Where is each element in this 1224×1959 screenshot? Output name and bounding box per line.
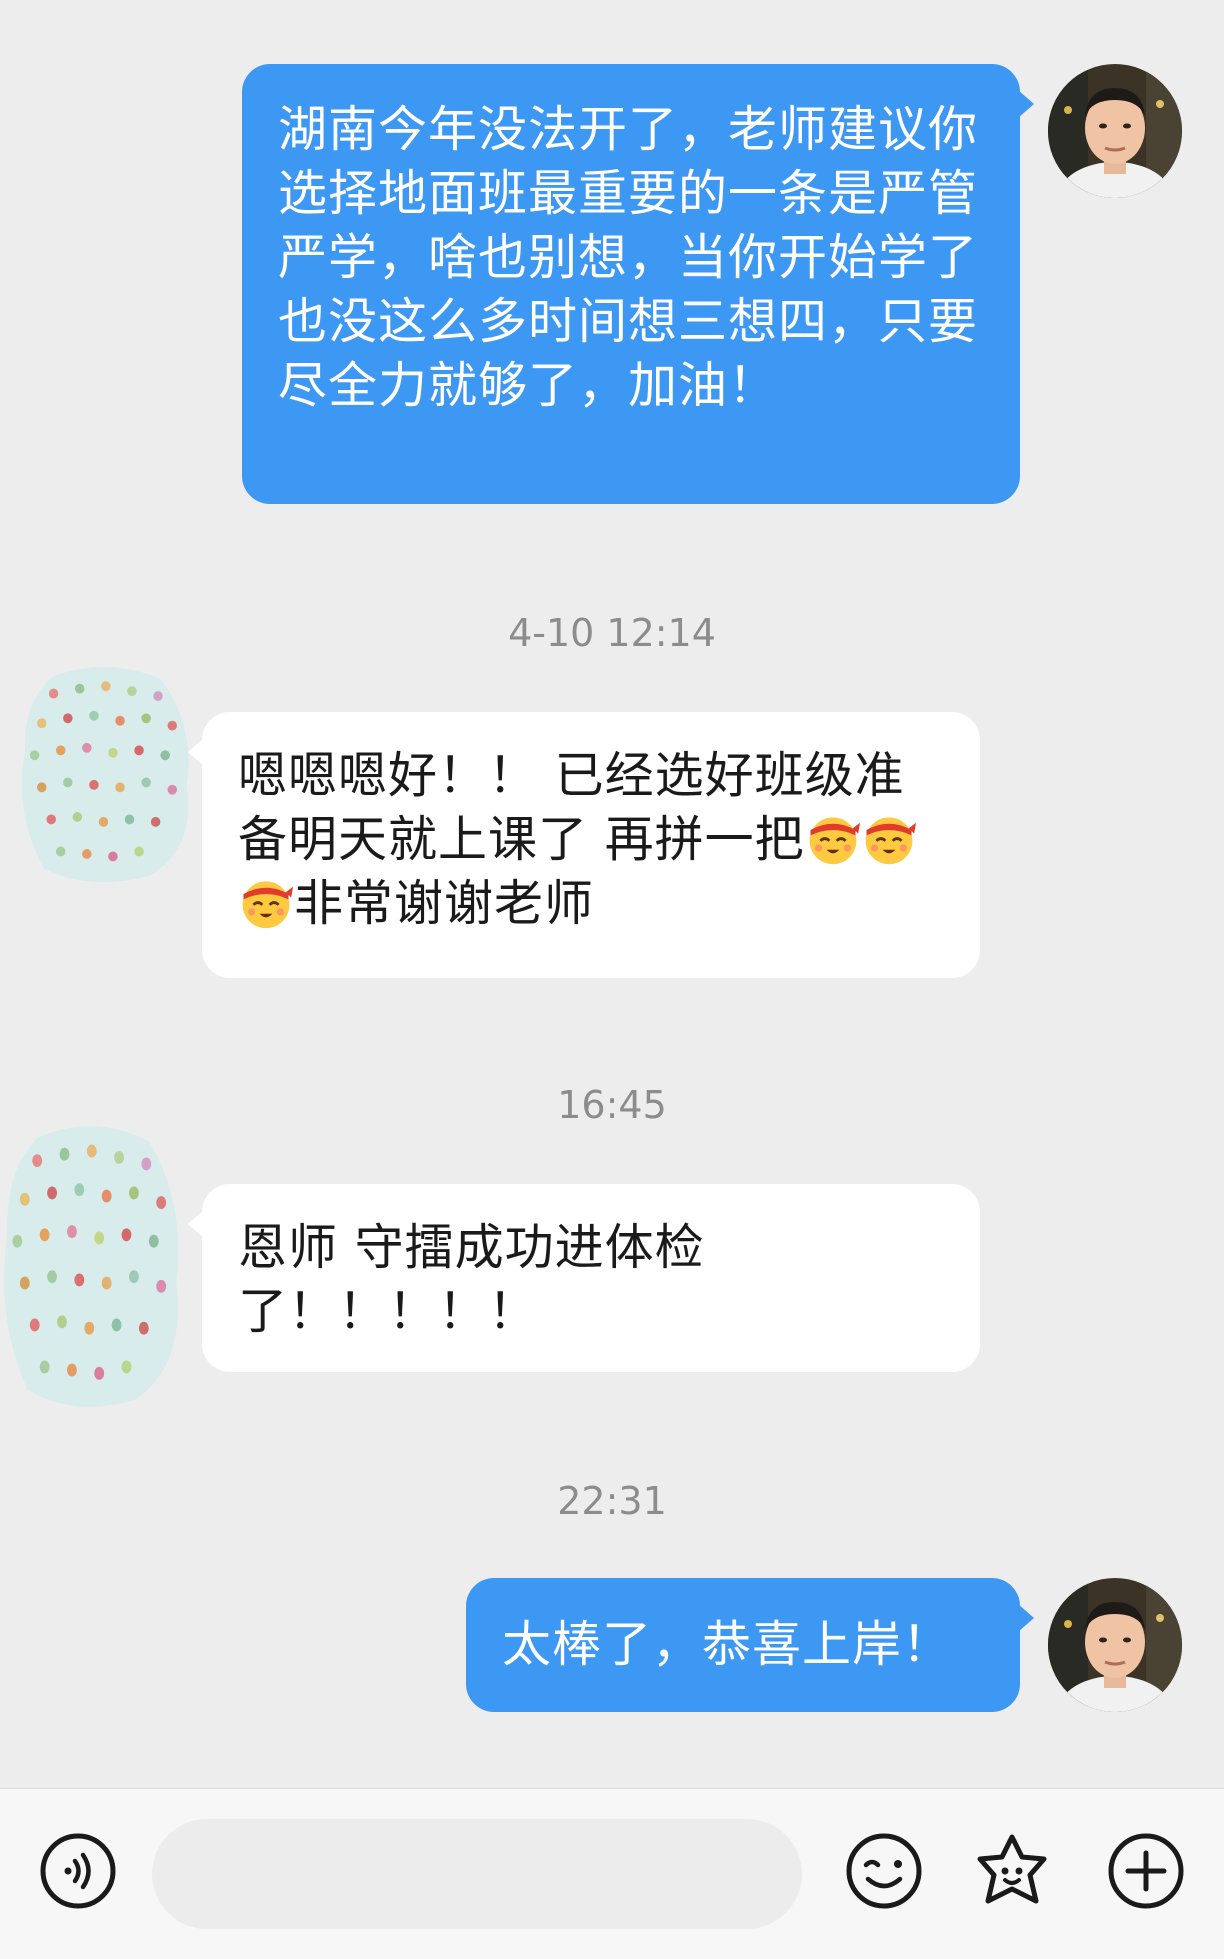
message-text: 非常谢谢老师 [294,875,595,932]
determined-face-emoji [239,876,293,930]
message-bubble-outgoing[interactable]: 太棒了，恭喜上岸！ [466,1578,1034,1712]
message-text: 恩师 守擂成功进体检了！！！！！ [238,1219,705,1340]
message-text: 太棒了，恭喜上岸！ [502,1616,953,1673]
message-bubble-incoming[interactable]: 嗯嗯嗯好！！ 已经选好班级准备明天就上课了 再拼一把非常谢谢老师 [188,712,980,978]
teacher-avatar[interactable] [1048,64,1182,198]
message-input[interactable] [152,1819,802,1929]
determined-face-emoji [806,812,860,866]
message-bubble-outgoing[interactable]: 湖南今年没法开了，老师建议你选择地面班最重要的一条是严管严学，啥也别想，当你开始… [242,64,1034,504]
student-avatar[interactable] [0,1122,186,1412]
message-text: 嗯嗯嗯好！！ 已经选好班级准备明天就上课了 再拼一把 [238,747,905,868]
smile-icon[interactable] [844,1831,924,1911]
student-avatar[interactable] [18,664,196,886]
teacher-avatar[interactable] [1048,1578,1182,1712]
message-text: 湖南今年没法开了，老师建议你选择地面班最重要的一条是严管严学，啥也别想，当你开始… [278,101,979,414]
star-face-icon[interactable] [972,1831,1052,1911]
chat-area[interactable]: 湖南今年没法开了，老师建议你选择地面班最重要的一条是严管严学，啥也别想，当你开始… [0,0,1224,1788]
input-bar [0,1788,1224,1959]
determined-face-emoji [862,812,916,866]
message-bubble-incoming[interactable]: 恩师 守擂成功进体检了！！！！！ [188,1184,980,1372]
plus-circle-icon[interactable] [1106,1831,1186,1911]
timestamp: 22:31 [557,1479,667,1523]
voice-wave-icon[interactable] [38,1831,118,1911]
timestamp: 4-10 12:14 [508,611,716,655]
